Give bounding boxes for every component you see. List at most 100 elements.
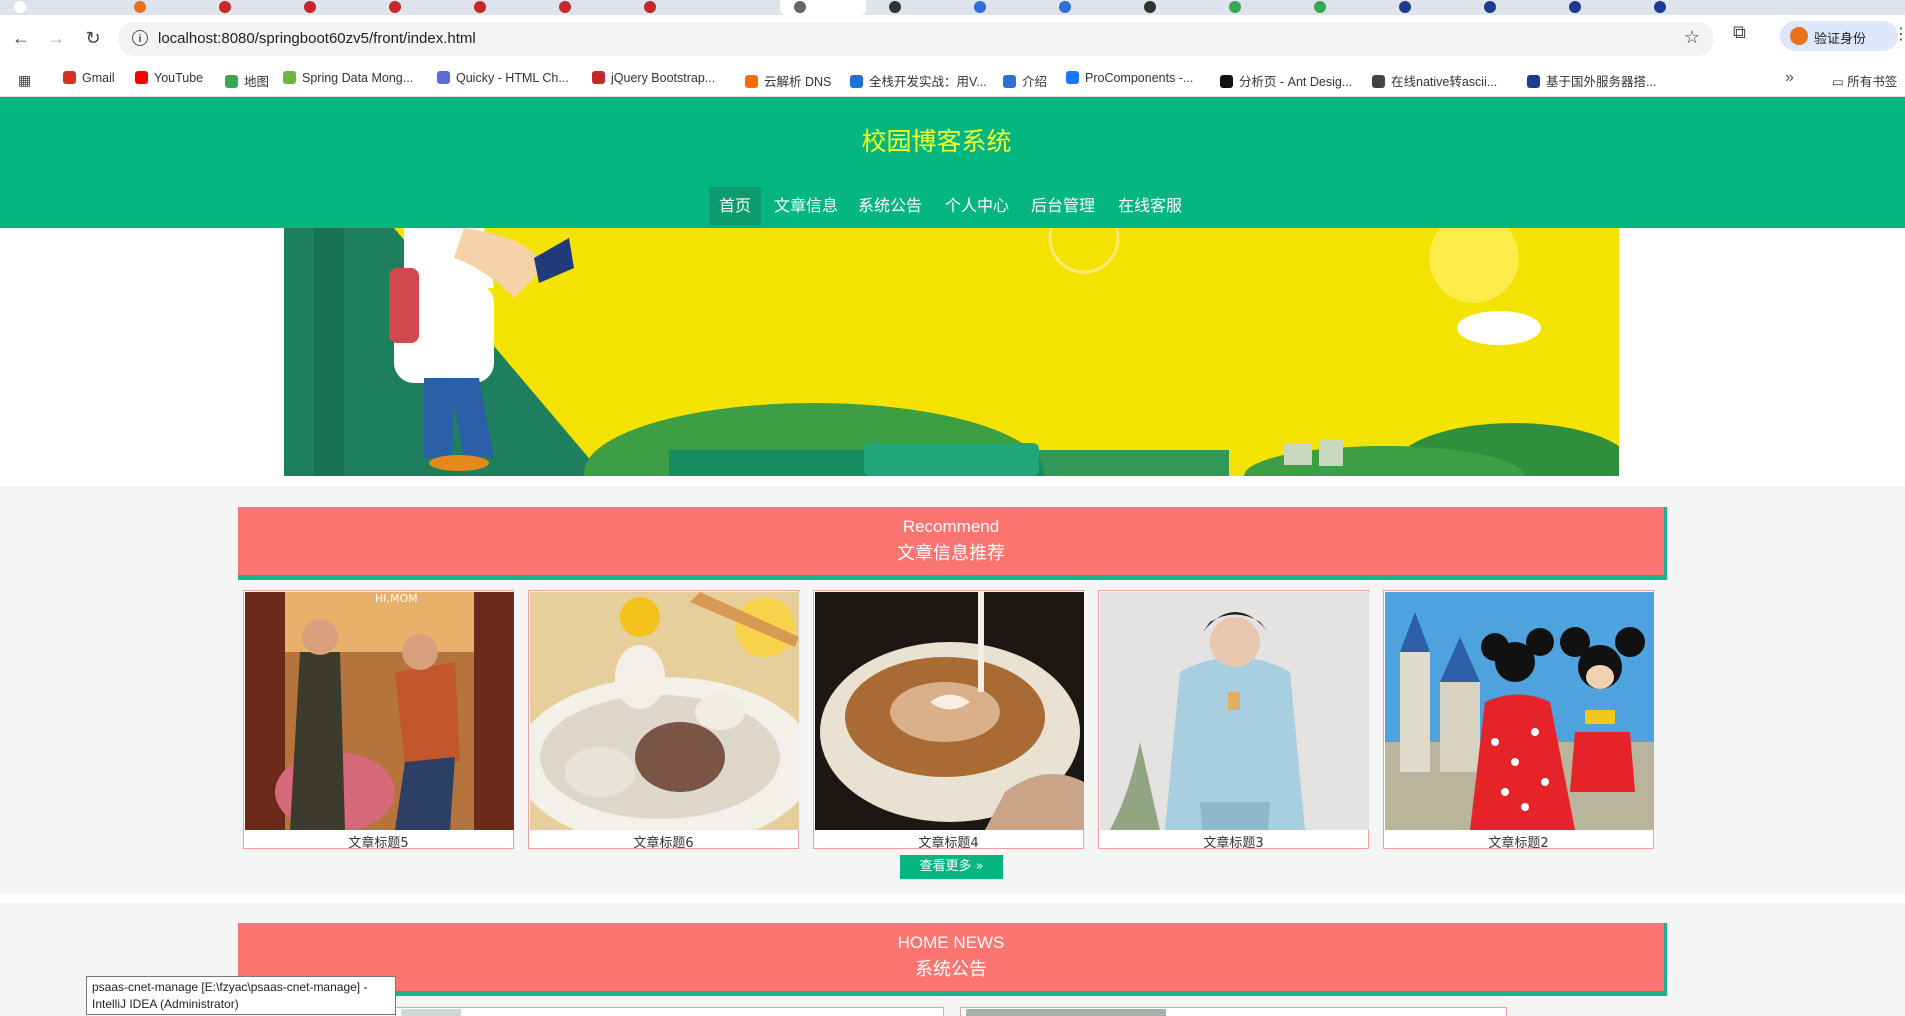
browser-tab[interactable]: [1300, 0, 1386, 15]
article-card[interactable]: 文章标题6: [528, 590, 799, 851]
bookmark-label: jQuery Bootstrap...: [611, 71, 716, 85]
bookmark-favicon-icon: [1220, 75, 1233, 88]
browser-tab[interactable]: [1470, 0, 1556, 15]
extensions-icon[interactable]: ⧉: [1733, 22, 1746, 43]
browser-tab[interactable]: [120, 0, 206, 15]
forward-arrow-icon[interactable]: →: [45, 27, 67, 49]
bookmark-item[interactable]: ProComponents -...: [1066, 71, 1193, 85]
address-bar-url[interactable]: localhost:8080/springboot60zv5/front/ind…: [158, 30, 476, 47]
bookmark-label: Gmail: [82, 71, 115, 85]
profile-button-label: 验证身份: [1814, 31, 1867, 46]
bookmarks-bar: ▦ Gmail YouTube 地图 Spring Data Mong... Quick…: [0, 62, 1905, 97]
bookmark-label: 基于国外服务器搭...: [1546, 75, 1657, 89]
bookmark-label: 介绍: [1022, 75, 1048, 89]
bookmark-item[interactable]: 云解析 DNS: [745, 71, 831, 90]
svg-text:HI,MOM: HI,MOM: [375, 592, 418, 605]
article-image: [1100, 592, 1369, 830]
article-caption[interactable]: 文章标题2: [1384, 832, 1653, 851]
recommend-title-cn: 文章信息推荐: [897, 543, 1005, 564]
recommend-title-en: Recommend: [902, 517, 1000, 536]
browser-tab[interactable]: [1215, 0, 1301, 15]
section-divider: [0, 893, 1905, 903]
bookmark-item[interactable]: 基于国外服务器搭...: [1527, 71, 1656, 90]
banner-carousel[interactable]: [284, 228, 1619, 476]
browser-tab[interactable]: [1385, 0, 1471, 15]
reload-icon[interactable]: ↻: [82, 27, 104, 49]
bookmark-item[interactable]: YouTube: [135, 71, 203, 85]
nav-item-home[interactable]: 首页: [709, 187, 762, 225]
bookmark-star-icon[interactable]: ☆: [1684, 27, 1700, 48]
browser-tab[interactable]: [460, 0, 546, 15]
site-info-icon[interactable]: i: [132, 30, 148, 46]
tooltip-line: IntelliJ IDEA (Administrator): [92, 997, 239, 1011]
bookmarks-overflow-icon[interactable]: »: [1785, 69, 1794, 87]
browser-tab[interactable]: [375, 0, 461, 15]
article-card[interactable]: 文章标题4: [813, 590, 1084, 851]
browser-tab-strip: [0, 0, 1905, 15]
bookmark-favicon-icon: [225, 75, 238, 88]
nav-item-personal-center[interactable]: 个人中心: [935, 187, 1019, 225]
main-nav: 首页 文章信息 系统公告 个人中心 后台管理 在线客服: [0, 187, 1905, 228]
news-title-en: HOME NEWS: [897, 933, 1005, 952]
all-bookmarks-button[interactable]: ▭ 所有书签: [1832, 71, 1897, 90]
browser-tab[interactable]: [875, 0, 961, 15]
address-bar[interactable]: i localhost:8080/springboot60zv5/front/i…: [118, 22, 1714, 56]
article-caption[interactable]: 文章标题6: [529, 832, 798, 851]
nav-item-articles[interactable]: 文章信息: [764, 187, 848, 225]
article-caption[interactable]: 文章标题5: [244, 832, 513, 851]
bookmark-label: Spring Data Mong...: [302, 71, 414, 85]
browser-tab[interactable]: [1130, 0, 1216, 15]
article-caption[interactable]: 文章标题4: [814, 832, 1083, 851]
bookmark-label: Quicky - HTML Ch...: [456, 71, 569, 85]
view-more-button[interactable]: 查看更多 »: [900, 855, 1003, 879]
bookmark-label: 云解析 DNS: [764, 75, 832, 89]
browser-tab[interactable]: [205, 0, 291, 15]
bookmark-item[interactable]: 地图: [225, 71, 269, 90]
browser-tab[interactable]: [0, 0, 86, 15]
browser-tab[interactable]: [960, 0, 1046, 15]
bookmark-label: YouTube: [154, 71, 204, 85]
bookmark-item[interactable]: jQuery Bootstrap...: [592, 71, 715, 85]
bookmark-item[interactable]: 介绍: [1003, 71, 1047, 90]
profile-button[interactable]: 验证身份: [1780, 21, 1898, 51]
browser-tab[interactable]: [545, 0, 631, 15]
bookmark-favicon-icon: [283, 71, 296, 84]
bookmark-favicon-icon: [1066, 71, 1079, 84]
bookmark-favicon-icon: [63, 71, 76, 84]
bookmark-item[interactable]: 全栈开发实战：用V...: [850, 71, 987, 90]
bookmark-item[interactable]: Quicky - HTML Ch...: [437, 71, 569, 85]
bookmark-label: 分析页 - Ant Desig...: [1239, 75, 1353, 89]
site-title: 校园博客系统: [861, 127, 1012, 156]
article-caption[interactable]: 文章标题3: [1099, 832, 1368, 851]
browser-tab[interactable]: [1555, 0, 1641, 15]
view-more-label: 查看更多: [919, 859, 972, 874]
bookmark-favicon-icon: [1527, 75, 1540, 88]
nav-item-announcements[interactable]: 系统公告: [848, 187, 932, 225]
apps-grid-icon[interactable]: ▦: [18, 72, 31, 89]
bookmark-label: 在线native转ascii...: [1391, 75, 1498, 89]
bookmark-favicon-icon: [1003, 75, 1016, 88]
browser-tab-active[interactable]: [780, 0, 866, 15]
article-card[interactable]: 文章标题2: [1383, 590, 1654, 851]
all-bookmarks-label: 所有书签: [1847, 75, 1898, 89]
nav-item-admin[interactable]: 后台管理: [1021, 187, 1105, 225]
bookmark-item[interactable]: Gmail: [63, 71, 115, 85]
browser-tab[interactable]: [1640, 0, 1726, 15]
banner-illustration: [284, 228, 1619, 476]
back-arrow-icon[interactable]: ←: [10, 27, 32, 49]
bookmark-item[interactable]: 在线native转ascii...: [1372, 71, 1497, 90]
bookmark-item[interactable]: 分析页 - Ant Desig...: [1220, 71, 1352, 90]
tooltip-line: psaas-cnet-manage [E:\fzyac\psaas-cnet-m…: [92, 980, 368, 994]
bookmark-favicon-icon: [1372, 75, 1385, 88]
bookmark-label: 全栈开发实战：用V...: [869, 75, 987, 89]
browser-tab[interactable]: [630, 0, 716, 15]
more-menu-icon[interactable]: ⋮: [1893, 24, 1905, 44]
article-card[interactable]: HI,MOM 文章标题5: [243, 590, 514, 851]
nav-item-customer-service[interactable]: 在线客服: [1108, 187, 1192, 225]
article-card[interactable]: 文章标题3: [1098, 590, 1369, 851]
browser-tab[interactable]: [290, 0, 376, 15]
bookmark-favicon-icon: [592, 71, 605, 84]
article-image: [1385, 592, 1654, 830]
bookmark-item[interactable]: Spring Data Mong...: [283, 71, 413, 85]
browser-tab[interactable]: [1045, 0, 1131, 15]
